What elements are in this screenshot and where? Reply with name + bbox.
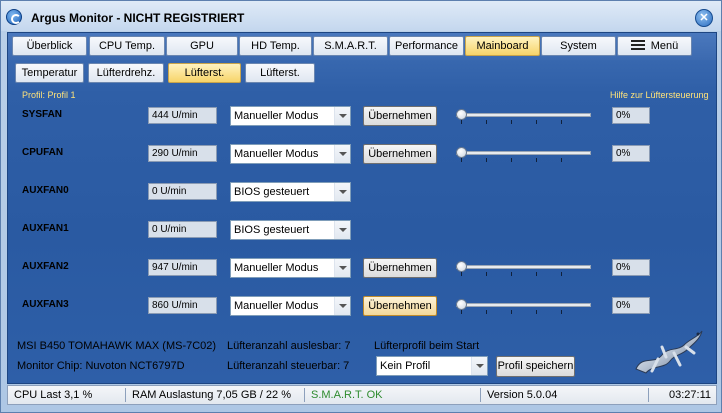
fan-control-help-link[interactable]: Hilfe zur Lüftersteuerung (610, 90, 709, 100)
tab-system[interactable]: System (541, 36, 616, 56)
clock-status: 03:27:11 (669, 389, 712, 401)
fan-mode-value: Manueller Modus (234, 262, 319, 274)
main-panel: Überblick CPU Temp. GPU HD Temp. S.M.A.R… (7, 32, 717, 384)
fan-slider-sysfan[interactable] (456, 109, 591, 124)
fans-controllable-count: Lüfteranzahl steuerbar: 7 (227, 360, 350, 372)
close-button[interactable]: ✕ (695, 9, 713, 27)
slider-ticks (461, 120, 586, 124)
chevron-down-icon (471, 357, 487, 375)
slider-track (456, 113, 591, 117)
fan-mode-value: BIOS gesteuert (234, 186, 310, 198)
fan-mode-select-auxfan1[interactable]: BIOS gesteuert (230, 220, 351, 240)
tab-gpu[interactable]: GPU (166, 36, 238, 56)
subtab-fan-control-2[interactable]: Lüfterst. (245, 63, 315, 83)
slider-thumb[interactable] (456, 147, 467, 158)
slider-ticks (461, 272, 586, 276)
apply-button-auxfan3[interactable]: Übernehmen (363, 296, 437, 316)
fans-readable-count: Lüfteranzahl auslesbar: 7 (227, 340, 351, 352)
apply-button-auxfan2[interactable]: Übernehmen (363, 258, 437, 278)
fan-slider-auxfan2[interactable] (456, 261, 591, 276)
fan-rpm-auxfan0: 0 U/min (148, 183, 217, 200)
main-tab-bar: Überblick CPU Temp. GPU HD Temp. S.M.A.R… (8, 33, 716, 60)
fan-percent-sysfan: 0% (612, 107, 650, 124)
argus-lizard-logo (635, 330, 703, 374)
title-bar: Argus Monitor - NICHT REGISTRIERT ✕ (1, 1, 721, 31)
fan-name-auxfan0: AUXFAN0 (22, 185, 69, 196)
fan-slider-cpufan[interactable] (456, 147, 591, 162)
tab-menu-label: Menü (650, 40, 679, 52)
status-divider (648, 388, 649, 402)
fan-mode-value: BIOS gesteuert (234, 224, 310, 236)
ram-usage-status: RAM Auslastung 7,05 GB / 22 % (132, 389, 291, 401)
tab-menu[interactable]: Menü (617, 36, 692, 56)
tab-performance[interactable]: Performance (389, 36, 464, 56)
cpu-load-status: CPU Last 3,1 % (14, 389, 93, 401)
slider-track (456, 265, 591, 269)
slider-thumb[interactable] (456, 299, 467, 310)
mainboard-model: MSI B450 TOMAHAWK MAX (MS-7C02) (17, 340, 217, 352)
fan-rpm-cpufan: 290 U/min (148, 145, 217, 162)
fan-name-auxfan1: AUXFAN1 (22, 223, 69, 234)
slider-thumb[interactable] (456, 261, 467, 272)
startup-profile-select[interactable]: Kein Profil (376, 356, 488, 376)
profile-label: Profil: Profil 1 (22, 90, 76, 100)
slider-ticks (461, 158, 586, 162)
fan-mode-value: Manueller Modus (234, 110, 319, 122)
chevron-down-icon (334, 183, 350, 201)
chevron-down-icon (334, 221, 350, 239)
fan-rpm-sysfan: 444 U/min (148, 107, 217, 124)
status-bar: CPU Last 3,1 % RAM Auslastung 7,05 GB / … (7, 385, 717, 405)
fan-mode-select-auxfan3[interactable]: Manueller Modus (230, 296, 351, 316)
chevron-down-icon (334, 145, 350, 163)
fan-name-cpufan: CPUFAN (22, 147, 64, 158)
save-profile-button[interactable]: Profil speichern (496, 356, 575, 377)
chevron-down-icon (334, 107, 350, 125)
tab-mainboard[interactable]: Mainboard (465, 36, 540, 56)
app-window: Argus Monitor - NICHT REGISTRIERT ✕ Über… (0, 0, 722, 413)
fan-mode-select-sysfan[interactable]: Manueller Modus (230, 106, 351, 126)
subtab-fan-control[interactable]: Lüfterst. (168, 63, 241, 83)
startup-profile-value: Kein Profil (380, 360, 431, 372)
apply-button-cpufan[interactable]: Übernehmen (363, 144, 437, 164)
tab-overview[interactable]: Überblick (12, 36, 87, 56)
fan-rpm-auxfan3: 860 U/min (148, 297, 217, 314)
subtab-temperature[interactable]: Temperatur (15, 63, 84, 83)
apply-button-sysfan[interactable]: Übernehmen (363, 106, 437, 126)
slider-track (456, 151, 591, 155)
fan-mode-value: Manueller Modus (234, 148, 319, 160)
fan-percent-auxfan3: 0% (612, 297, 650, 314)
chevron-down-icon (334, 259, 350, 277)
fan-rpm-auxfan2: 947 U/min (148, 259, 217, 276)
startup-profile-label: Lüfterprofil beim Start (374, 340, 480, 352)
slider-ticks (461, 310, 586, 314)
slider-thumb[interactable] (456, 109, 467, 120)
subtab-fan-speed[interactable]: Lüfterdrehz. (88, 63, 164, 83)
fan-name-sysfan: SYSFAN (22, 109, 63, 120)
fan-percent-cpufan: 0% (612, 145, 650, 162)
fan-mode-select-auxfan0[interactable]: BIOS gesteuert (230, 182, 351, 202)
chevron-down-icon (334, 297, 350, 315)
fan-slider-auxfan3[interactable] (456, 299, 591, 314)
version-status: Version 5.0.04 (487, 389, 558, 401)
window-title: Argus Monitor - NICHT REGISTRIERT (31, 11, 245, 25)
tab-cpu-temp[interactable]: CPU Temp. (89, 36, 165, 56)
fan-mode-value: Manueller Modus (234, 300, 319, 312)
fan-name-auxfan3: AUXFAN3 (22, 299, 69, 310)
hamburger-menu-icon (630, 40, 645, 50)
slider-track (456, 303, 591, 307)
fan-name-auxfan2: AUXFAN2 (22, 261, 69, 272)
fan-rpm-auxfan1: 0 U/min (148, 221, 217, 238)
argus-app-icon (6, 9, 22, 25)
fan-mode-select-cpufan[interactable]: Manueller Modus (230, 144, 351, 164)
smart-status: S.M.A.R.T. OK (311, 389, 383, 401)
fan-mode-select-auxfan2[interactable]: Manueller Modus (230, 258, 351, 278)
tab-smart[interactable]: S.M.A.R.T. (313, 36, 388, 56)
monitor-chip: Monitor Chip: Nuvoton NCT6797D (17, 360, 185, 372)
tab-hd-temp[interactable]: HD Temp. (239, 36, 312, 56)
fan-percent-auxfan2: 0% (612, 259, 650, 276)
